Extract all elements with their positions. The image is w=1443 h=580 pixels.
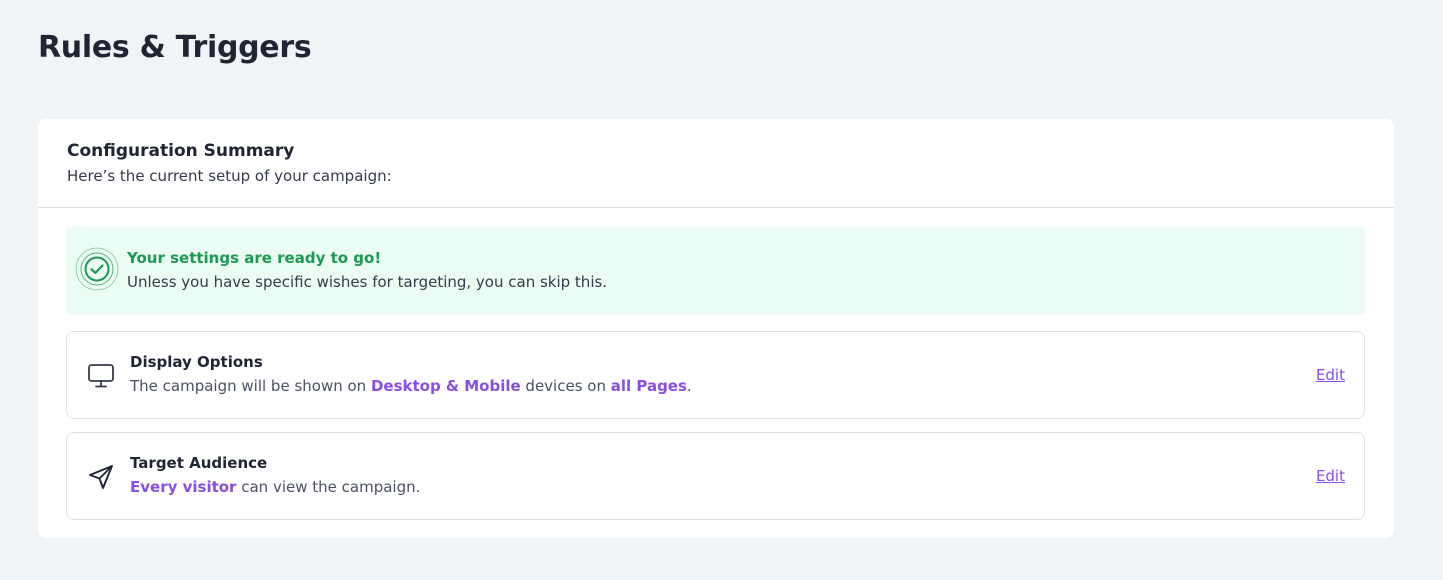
display-options-row: Display Options The campaign will be sho… [66, 331, 1365, 419]
audience-highlight: Every visitor [130, 478, 237, 496]
desc-text: The campaign will be shown on [130, 377, 371, 395]
monitor-icon [86, 361, 116, 391]
success-banner: Your settings are ready to go! Unless yo… [66, 227, 1365, 315]
success-title: Your settings are ready to go! [127, 249, 382, 267]
target-audience-description: Every visitor can view the campaign. [130, 476, 420, 498]
target-audience-title: Target Audience [130, 454, 268, 472]
configuration-summary-card: Configuration Summary Here’s the current… [38, 119, 1394, 538]
desc-text: can view the campaign. [236, 478, 421, 496]
edit-display-options-link[interactable]: Edit [1316, 364, 1345, 386]
card-title: Configuration Summary [67, 141, 295, 161]
target-audience-row: Target Audience Every visitor can view t… [66, 432, 1365, 520]
edit-target-audience-link[interactable]: Edit [1316, 465, 1345, 487]
display-options-title: Display Options [130, 353, 263, 371]
display-options-description: The campaign will be shown on Desktop & … [130, 375, 692, 397]
success-text: Unless you have specific wishes for targ… [127, 273, 608, 291]
devices-highlight: Desktop & Mobile [370, 377, 521, 395]
desc-text: devices on [520, 377, 611, 395]
page-title: Rules & Triggers [38, 30, 312, 65]
check-circle-icon [75, 247, 119, 291]
card-header: Configuration Summary Here’s the current… [38, 119, 1394, 208]
desc-text: . [686, 377, 692, 395]
card-subtitle: Here’s the current setup of your campaig… [67, 167, 392, 185]
pages-highlight: all Pages [610, 377, 687, 395]
send-arrow-icon [86, 462, 116, 492]
